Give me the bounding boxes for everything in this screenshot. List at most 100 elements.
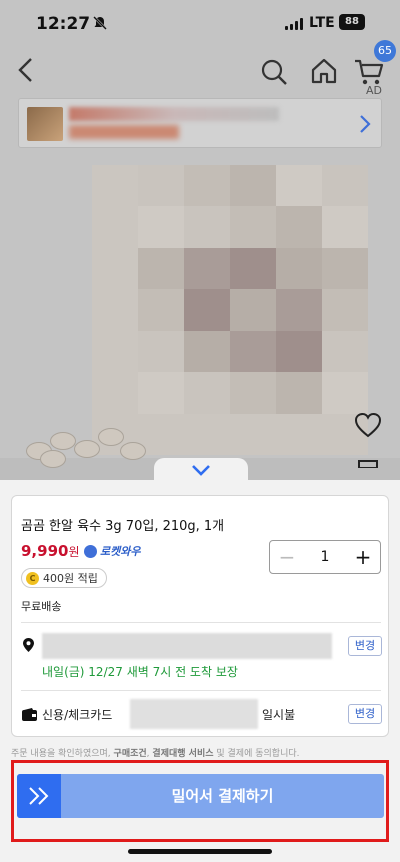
points-badge: C 400원 적립	[21, 568, 107, 588]
payment-method: 신용/체크카드	[42, 708, 113, 722]
product-image-tile	[276, 247, 322, 290]
address-blurred	[42, 633, 332, 659]
product-image-tile	[230, 372, 276, 414]
product-image-tile	[184, 289, 230, 331]
rocket-label: 로켓와우	[100, 545, 141, 558]
quantity-value: 1	[320, 549, 330, 565]
shipping-label: 무료배송	[21, 600, 62, 613]
product-image-tile	[184, 372, 230, 414]
terms-separator: ,	[146, 749, 150, 759]
divider	[21, 690, 381, 691]
product-image-tile	[138, 165, 184, 207]
heart-icon[interactable]	[354, 412, 382, 438]
installment-option[interactable]: 일시불	[262, 706, 295, 723]
location-pin-icon	[23, 638, 34, 652]
battery-icon: 88	[339, 14, 365, 30]
bell-muted-icon	[93, 16, 107, 30]
double-chevron-right-icon	[29, 787, 49, 805]
divider	[21, 622, 381, 623]
signal-icon	[285, 18, 303, 30]
status-time: 12:27	[36, 14, 91, 34]
product-image-tile	[322, 330, 368, 373]
home-icon[interactable]	[310, 57, 338, 85]
status-bar: 12:27 LTE 88	[0, 0, 400, 46]
product-image-tile	[322, 247, 368, 290]
gift-icon[interactable]	[356, 458, 380, 468]
product-image-tile	[138, 289, 184, 331]
cart-icon[interactable]	[354, 58, 384, 86]
rocket-badge: 로켓와우	[84, 543, 140, 559]
sheet-collapse-tab[interactable]	[154, 458, 248, 484]
product-image-tile	[138, 372, 184, 414]
card-info-blurred	[130, 699, 258, 729]
product-image-tile	[230, 165, 276, 207]
product-image-tile	[184, 330, 230, 373]
product-title: 곰곰 한알 육수 3g 70입, 210g, 1개	[21, 519, 225, 534]
wallet-icon	[22, 708, 37, 721]
ad-price-blurred	[69, 125, 179, 139]
product-image-blurred	[92, 165, 368, 455]
product-price: 9,990원	[21, 542, 80, 560]
product-image-tile	[276, 206, 322, 248]
product-image-tile	[322, 206, 368, 248]
address-change-button[interactable]: 변경	[348, 636, 382, 656]
quantity-minus-button[interactable]: −	[270, 540, 304, 574]
product-image-tile	[276, 289, 322, 331]
product-image-tile	[138, 206, 184, 248]
quantity-plus-button[interactable]: +	[346, 540, 380, 574]
search-icon[interactable]	[260, 58, 288, 86]
product-image-tile	[276, 330, 322, 373]
network-label: LTE	[309, 15, 335, 31]
product-image-tile	[230, 413, 276, 455]
product-image-tile	[276, 372, 322, 414]
points-label: 400원 적립	[43, 572, 98, 585]
terms-notice: 주문 내용을 확인하였으며, 구매조건, 결제대행 서비스 및 결제에 동의합니…	[11, 746, 391, 760]
product-image-tile	[322, 289, 368, 331]
terms-link-payment-service[interactable]: 결제대행 서비스	[152, 749, 213, 759]
back-arrow-icon[interactable]	[14, 56, 38, 84]
payment-change-button[interactable]: 변경	[348, 704, 382, 724]
cart-count-badge: 65	[374, 40, 396, 62]
product-image-tile	[92, 165, 138, 207]
swipe-to-pay-button[interactable]: 밀어서 결제하기	[17, 774, 384, 818]
product-image-tile	[92, 289, 138, 331]
product-image-tile	[92, 206, 138, 248]
terms-link-conditions[interactable]: 구매조건	[114, 749, 147, 759]
top-nav: 65 AD	[0, 40, 400, 98]
product-image-tile	[184, 413, 230, 455]
ad-banner[interactable]	[18, 98, 382, 148]
ad-text-blurred	[69, 107, 279, 121]
product-image-tile	[92, 372, 138, 414]
product-image-tile	[92, 330, 138, 373]
product-image-tile	[322, 372, 368, 414]
pay-button-label: 밀어서 결제하기	[171, 787, 274, 805]
product-image-tile	[322, 165, 368, 207]
product-image-tile	[184, 165, 230, 207]
coin-icon: C	[26, 571, 39, 585]
price-value: 9,990	[21, 542, 69, 560]
ad-label: AD	[366, 84, 382, 97]
product-image-tile	[184, 206, 230, 248]
rocket-icon	[84, 544, 97, 558]
terms-prefix: 주문 내용을 확인하였으며,	[11, 749, 111, 759]
order-card: 곰곰 한알 육수 3g 70입, 210g, 1개 9,990원 로켓와우 C …	[11, 495, 389, 737]
terms-suffix: 및 결제에 동의합니다.	[216, 749, 300, 759]
product-image-tile	[138, 330, 184, 373]
chevron-down-icon	[192, 465, 210, 476]
product-image-tile	[230, 330, 276, 373]
product-image-tile	[138, 247, 184, 290]
product-image-tile	[276, 413, 322, 455]
product-image-tile	[184, 247, 230, 290]
product-image-tile	[230, 289, 276, 331]
ad-thumbnail	[27, 107, 63, 141]
product-pills-image	[20, 418, 160, 468]
product-image-tile	[230, 206, 276, 248]
product-image-tile	[92, 247, 138, 290]
product-image-tile	[230, 247, 276, 290]
product-image-tile	[276, 165, 322, 207]
swipe-handle[interactable]	[17, 774, 61, 818]
chevron-right-icon	[360, 115, 371, 133]
quantity-stepper: − 1 +	[269, 540, 381, 574]
home-indicator[interactable]	[128, 849, 272, 854]
price-unit: 원	[68, 545, 80, 559]
